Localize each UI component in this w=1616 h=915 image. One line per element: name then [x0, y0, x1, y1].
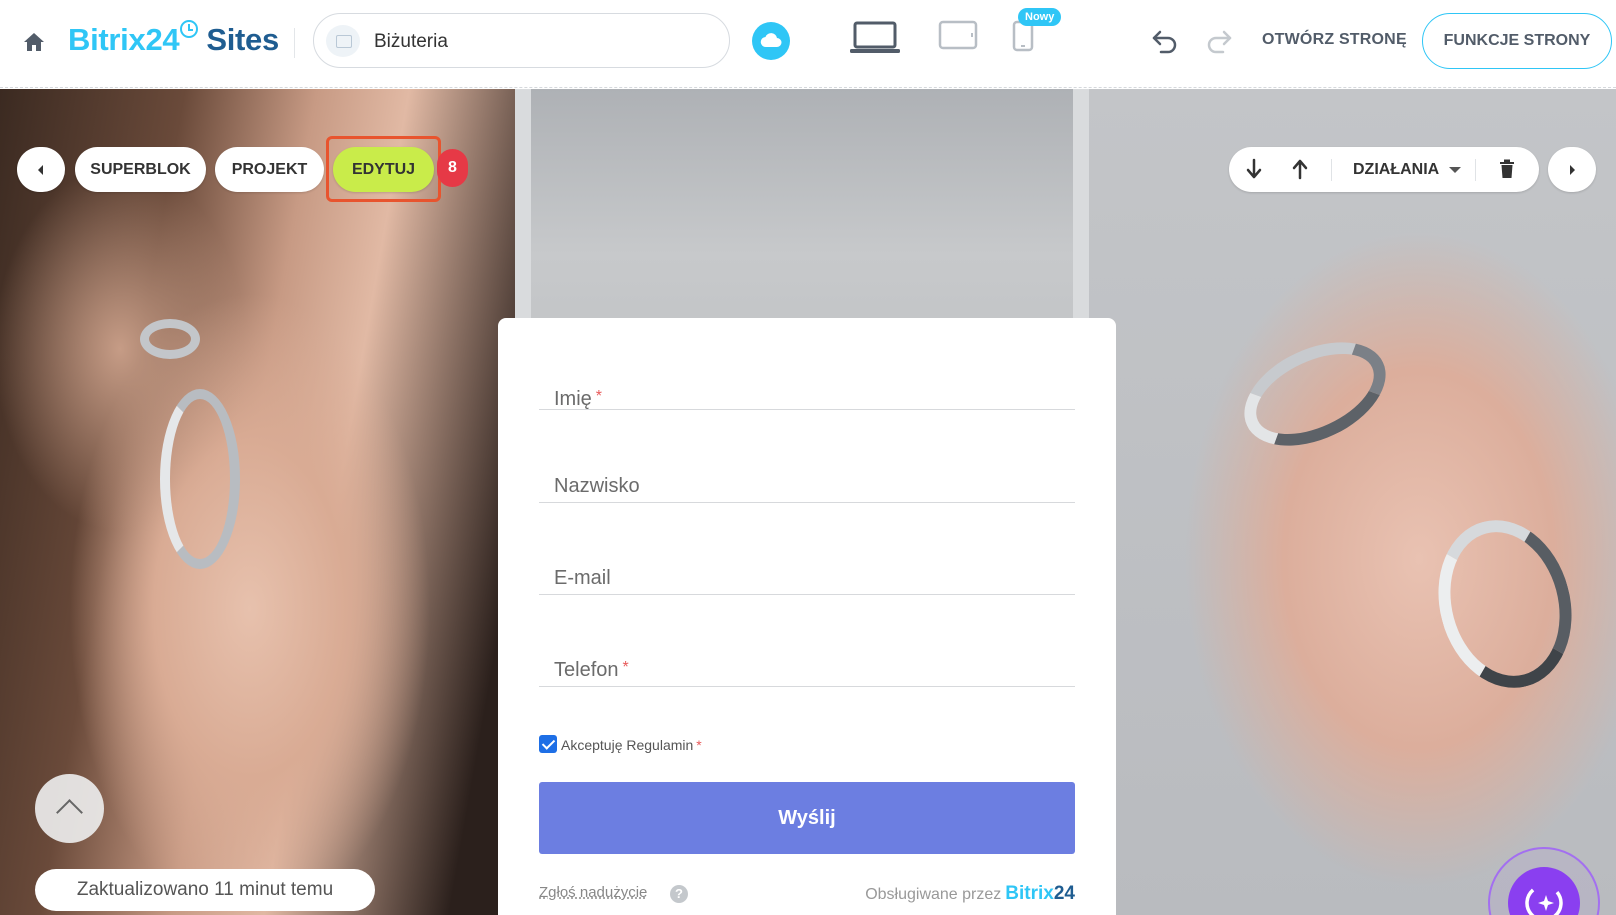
required-marker: *	[696, 737, 702, 753]
scroll-up-button[interactable]	[35, 774, 104, 843]
site-name: Biżuteria	[374, 31, 448, 52]
terms-label: Akceptuję Regulamin	[561, 737, 694, 753]
design-button[interactable]: PROJEKT	[215, 147, 324, 192]
logo-product: Sites	[206, 22, 279, 57]
contact-form: Imię * Nazwisko E-mail Telefon * Akceptuję…	[498, 318, 1116, 915]
desktop-view-icon[interactable]	[849, 20, 901, 56]
field-label: E-mail	[554, 567, 611, 589]
open-page-link[interactable]: OTWÓRZ STRONĘ	[1262, 31, 1407, 49]
bitrix24-sites-logo[interactable]: Bitrix24 Sites	[68, 20, 279, 58]
step-badge: 8	[437, 149, 468, 187]
top-bar: Bitrix24 Sites Biżuteria Nowy OTWÓRZ STRO…	[0, 0, 1616, 88]
site-selector[interactable]: Biżuteria	[313, 13, 730, 68]
divider	[1331, 159, 1332, 181]
divider	[1475, 159, 1476, 181]
logo-brand: Bitrix	[68, 22, 146, 57]
page-features-button[interactable]: FUNKCJE STRONY	[1422, 13, 1612, 69]
previous-block-button[interactable]	[17, 147, 65, 192]
move-up-icon[interactable]	[1292, 158, 1308, 180]
earring-image	[160, 389, 240, 569]
caret-left-icon	[38, 165, 43, 175]
page-preview: SUPERBLOK PROJEKT EDYTUJ 8 DZIAŁANIA Imi…	[0, 89, 1616, 915]
logo-number: 24	[145, 22, 180, 57]
move-down-icon[interactable]	[1246, 158, 1262, 180]
redo-icon[interactable]	[1205, 28, 1233, 54]
terms-checkbox[interactable]	[539, 735, 557, 753]
submit-button[interactable]: Wyślij	[539, 782, 1075, 854]
email-field[interactable]: E-mail	[539, 503, 1075, 595]
chevron-down-icon	[1449, 167, 1461, 173]
powered-by[interactable]: Obsługiwane przez Bitrix24	[865, 883, 1075, 905]
site-thumbnail-icon	[326, 25, 360, 57]
field-label: Nazwisko	[554, 475, 640, 497]
tablet-view-icon[interactable]	[938, 20, 978, 50]
terms-consent: Akceptuję Regulamin *	[539, 735, 702, 753]
actions-dropdown[interactable]: DZIAŁANIA	[1353, 147, 1439, 192]
cloud-save-button[interactable]	[752, 22, 790, 60]
first-name-field[interactable]: Imię *	[539, 318, 1075, 410]
clock-icon	[180, 20, 199, 38]
home-icon[interactable]	[22, 31, 46, 53]
copilot-icon	[1525, 884, 1563, 915]
undo-icon[interactable]	[1151, 28, 1179, 54]
last-updated-status: Zaktualizowano 11 minut temu	[35, 869, 375, 911]
report-abuse-link[interactable]: Zgłoś nadużycie	[539, 884, 647, 901]
last-name-field[interactable]: Nazwisko	[539, 411, 1075, 503]
cloud-icon	[760, 33, 782, 48]
next-block-button[interactable]	[1548, 147, 1596, 192]
field-label: Telefon *	[554, 659, 629, 681]
divider	[294, 28, 295, 58]
edit-button[interactable]: EDYTUJ	[333, 147, 434, 192]
help-icon[interactable]: ?	[670, 885, 688, 903]
phone-field[interactable]: Telefon *	[539, 595, 1075, 687]
field-label: Imię *	[554, 388, 603, 410]
new-badge: Nowy	[1018, 8, 1062, 26]
rings-photo	[1089, 89, 1616, 915]
ear-cuff-image	[140, 319, 200, 359]
block-actions-panel: DZIAŁANIA	[1229, 147, 1539, 192]
trash-icon[interactable]	[1499, 159, 1515, 179]
caret-right-icon	[1570, 165, 1575, 175]
superblock-button[interactable]: SUPERBLOK	[75, 147, 206, 192]
